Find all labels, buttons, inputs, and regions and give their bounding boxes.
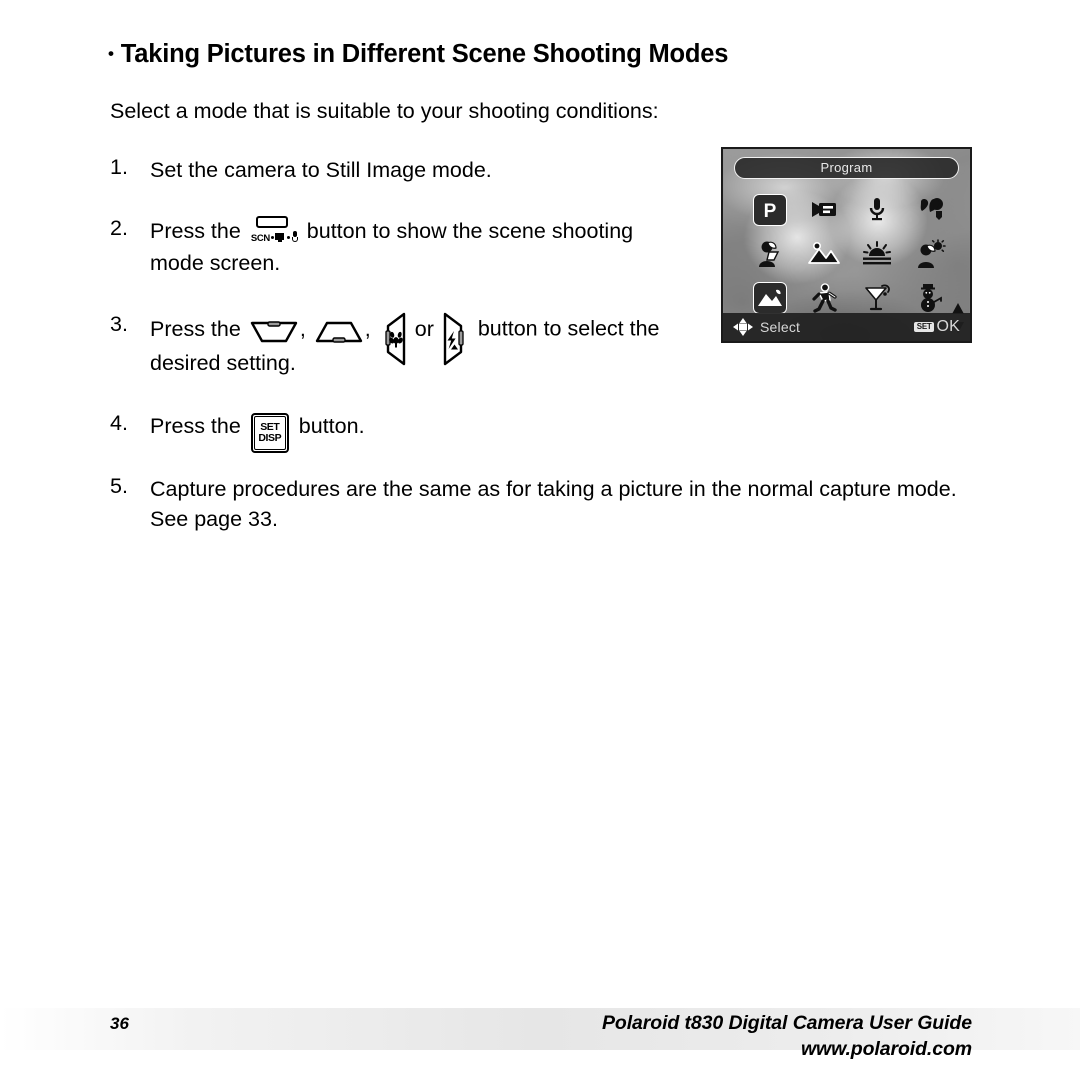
- icon-separator-1: ,: [299, 317, 306, 342]
- disp-label: DISP: [258, 431, 282, 444]
- program-mode-icon[interactable]: P: [753, 193, 787, 226]
- snow-mode-icon[interactable]: [914, 282, 948, 314]
- scene-mode-grid: P: [723, 185, 970, 333]
- step-text-before: Press the: [150, 413, 241, 438]
- scene-mode-row: P: [753, 187, 948, 232]
- lcd-ok-label: OK: [936, 318, 960, 335]
- sport-mode-icon[interactable]: [807, 282, 841, 314]
- step-number: 3.: [110, 312, 128, 337]
- step-text: Set the camera to Still Image mode.: [150, 158, 492, 182]
- icon-conjunction: or: [414, 317, 434, 342]
- macro-button-icon: [380, 312, 406, 366]
- four-way-pad-icon: [732, 317, 754, 337]
- set-disp-inner: SET DISP: [253, 415, 286, 450]
- portrait-mode-icon[interactable]: [914, 194, 948, 226]
- list-item: 5. Capture procedures are the same as fo…: [110, 474, 990, 535]
- scn-button-legend: SCN: [251, 230, 299, 248]
- step-text-before: Press the: [150, 218, 241, 243]
- step-text-after: button.: [298, 413, 365, 438]
- heading-text: Taking Pictures in Different Scene Shoot…: [120, 40, 729, 68]
- camera-lcd-screenshot: Program P Select SET OK: [721, 147, 972, 343]
- set-disp-button-icon: SET DISP: [250, 412, 289, 453]
- lcd-status-bar: Select SET OK: [723, 313, 970, 341]
- intro-paragraph: Select a mode that is suitable to your s…: [110, 99, 659, 123]
- step-text-before: Press the: [150, 317, 241, 342]
- scene-mode-row: [753, 231, 948, 276]
- zoom-in-button-icon: [315, 319, 363, 345]
- svg-text:P: P: [764, 201, 777, 222]
- lcd-select-label: Select: [760, 319, 801, 335]
- step-text: Capture procedures are the same as for t…: [150, 476, 957, 532]
- list-item: 4. Press the SET DISP button.: [110, 410, 990, 453]
- party-mode-icon[interactable]: [860, 282, 894, 314]
- backlight-portrait-mode-icon[interactable]: [914, 238, 948, 270]
- step-number: 1.: [110, 155, 128, 179]
- heading-bullet-icon: •: [108, 44, 114, 63]
- scn-movie-mic-button-icon: SCN: [251, 215, 299, 250]
- landscape-mode-icon[interactable]: [807, 238, 841, 270]
- voice-recording-mode-icon[interactable]: [860, 194, 894, 226]
- lcd-mode-title: Program: [734, 157, 959, 179]
- flash-button-icon: [443, 312, 469, 366]
- scn-button-cap: [255, 215, 288, 228]
- document-page: • Taking Pictures in Different Scene Shoo…: [0, 0, 1080, 1080]
- movie-camera-icon: [274, 232, 286, 242]
- step-number: 5.: [110, 473, 128, 498]
- night-scene-mode-icon[interactable]: [753, 281, 787, 314]
- movie-mode-icon[interactable]: [807, 194, 841, 226]
- page-title: • Taking Pictures in Different Scene Shoo…: [108, 40, 728, 69]
- page-number: 36: [110, 1014, 129, 1033]
- footer-branding: Polaroid t830 Digital Camera User Guide …: [602, 1012, 972, 1061]
- lcd-select-hint: Select: [732, 317, 800, 337]
- night-portrait-mode-icon[interactable]: [753, 238, 787, 270]
- icon-separator-2: ,: [364, 317, 371, 342]
- set-key-chip: SET: [913, 322, 935, 332]
- zoom-out-button-icon: [250, 319, 298, 345]
- lcd-ok-hint: SET OK: [913, 318, 960, 336]
- guide-title: Polaroid t830 Digital Camera User Guide: [602, 1012, 972, 1034]
- sunset-mode-icon[interactable]: [860, 238, 894, 270]
- step-number: 4.: [110, 410, 128, 435]
- website-url: www.polaroid.com: [800, 1038, 972, 1060]
- step-number: 2.: [110, 215, 128, 240]
- microphone-icon: [291, 230, 299, 242]
